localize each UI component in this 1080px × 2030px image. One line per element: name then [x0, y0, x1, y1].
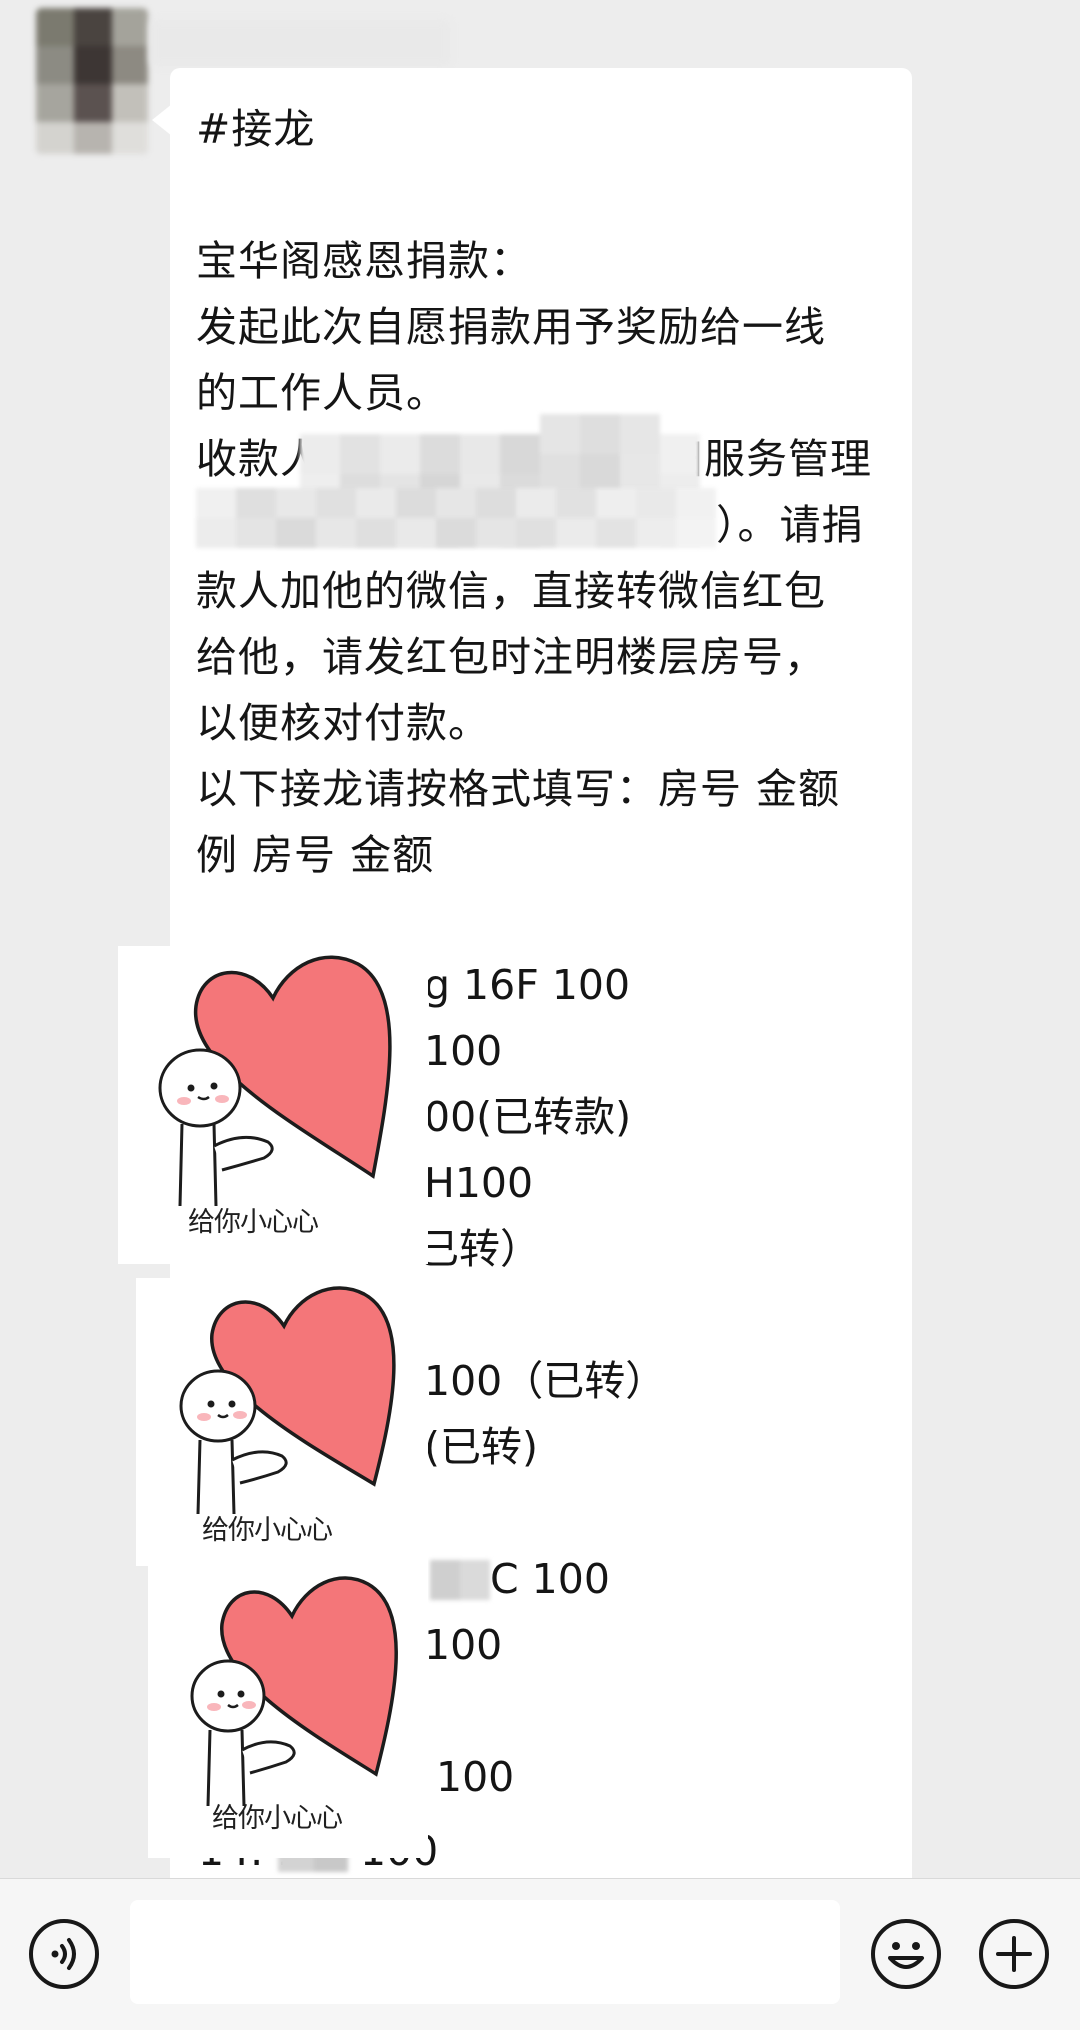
chain-entry: g 16F 100 [424, 961, 631, 1009]
message-line: 给他，请发红包时注明楼层房号， [196, 633, 826, 681]
heart-sticker[interactable]: 给你小心心 [136, 1278, 428, 1566]
chain-entry: 已转） [418, 1225, 541, 1273]
chain-entry: 100 [436, 1753, 515, 1801]
message-line: 宝华阁感恩捐款： [196, 237, 532, 285]
blurred-sender-name [150, 20, 450, 66]
chat-screen: #接龙 宝华阁感恩捐款： 发起此次自愿捐款用予奖励给一线 的工作人员。 收款人群… [0, 0, 1080, 2030]
sticker-caption: 给你小心心 [188, 1207, 319, 1238]
heart-sticker[interactable]: 给你小心心 [118, 946, 428, 1264]
message-line: 以便核对付款。 [196, 699, 490, 747]
sender-avatar[interactable] [36, 8, 148, 154]
smiley-icon [871, 1919, 941, 1989]
message-line: 以下接龙请按格式填写：房号 金额 [196, 765, 841, 813]
sticker-caption: 给你小心心 [212, 1803, 343, 1834]
chain-entry: 100 [424, 1027, 503, 1075]
message-line: 款人加他的微信，直接转微信红包 [196, 567, 826, 615]
more-options-button[interactable] [978, 1918, 1050, 1990]
sticker-caption: 给你小心心 [202, 1515, 333, 1546]
message-line: 例 房号 金额 [196, 831, 435, 879]
bubble-tail [152, 104, 172, 136]
chain-entry: 00(已转款) [424, 1093, 632, 1141]
chain-entry: H100 [424, 1159, 534, 1207]
chain-entry: 100（已转） [424, 1357, 667, 1405]
plus-icon [979, 1919, 1049, 1989]
chain-entry: (已转) [424, 1423, 538, 1471]
chain-entry: C 100 [490, 1555, 610, 1603]
message-line: #接龙 [196, 105, 316, 153]
emoji-button[interactable] [870, 1918, 942, 1990]
chat-area[interactable]: #接龙 宝华阁感恩捐款： 发起此次自愿捐款用予奖励给一线 的工作人员。 收款人群… [0, 0, 1080, 1878]
message-line: 发起此次自愿捐款用予奖励给一线 [196, 303, 826, 351]
heart-sticker[interactable]: 给你小心心 [148, 1566, 428, 1858]
chain-entry: 100 [424, 1621, 503, 1669]
message-line-part: ）。请捐 [716, 501, 864, 549]
voice-input-button[interactable] [28, 1918, 100, 1990]
redaction-mosaic [196, 488, 716, 548]
message-input[interactable] [130, 1900, 840, 2004]
voice-icon [29, 1919, 99, 1989]
redaction-mosaic [430, 1560, 490, 1600]
